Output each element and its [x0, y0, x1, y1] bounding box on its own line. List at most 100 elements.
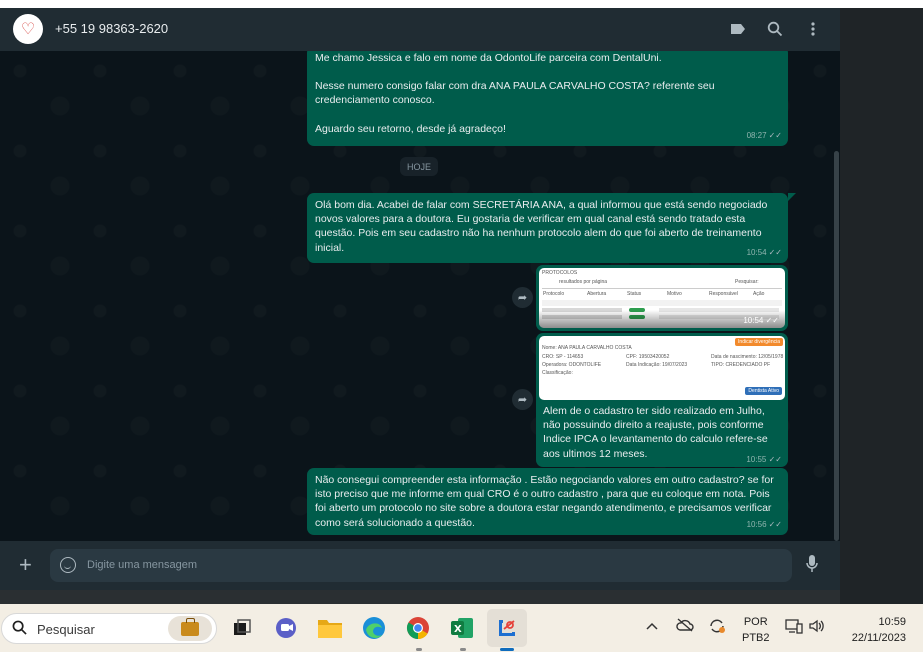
teams-chat-icon[interactable] [272, 614, 300, 642]
excel-icon[interactable]: X [448, 614, 476, 642]
volume-icon[interactable] [808, 618, 826, 637]
windows-taskbar: Pesquisar X POR PTB2 10:59 22/11/2023 [0, 604, 923, 652]
image-message[interactable]: Indicar divergência Nome: ANA PAULA CARV… [536, 333, 788, 467]
image-table-header: Abertura [587, 291, 607, 297]
image-profile-cpf: CPF: 19503420052 [626, 354, 670, 360]
double-check-icon: ✓✓ [768, 247, 782, 257]
message-text: isto preciso que me informe em qual CRO … [315, 488, 770, 501]
double-check-icon: ✓✓ [768, 130, 782, 140]
message-input-placeholder: Digite uma mensagem [87, 559, 198, 571]
image-table-search: Pesquisar: [735, 279, 759, 285]
message-meta: 10:55 ✓✓ [746, 455, 782, 464]
svg-text:X: X [454, 624, 462, 635]
image-message[interactable]: PROTOCOLOS resultados por página Pesquis… [536, 265, 788, 331]
double-check-icon: ✓✓ [768, 455, 782, 464]
image-attachment-profile[interactable]: Indicar divergência Nome: ANA PAULA CARV… [539, 336, 785, 400]
cloud-offline-icon[interactable] [676, 618, 694, 635]
image-profile-name: Nome: ANA PAULA CARVALHO COSTA [542, 345, 632, 351]
sync-update-icon[interactable] [708, 618, 726, 637]
message-text: novos valores para a doutora. Eu gostari… [315, 213, 746, 226]
search-highlight-icon[interactable] [168, 616, 212, 641]
message-time: 10:55 [746, 455, 767, 464]
image-profile-indication: Data Indicação: 19/07/2023 [626, 362, 688, 368]
system-clock[interactable]: 10:59 22/11/2023 [838, 614, 906, 646]
clock-date: 22/11/2023 [851, 632, 906, 644]
window-top-strip [0, 0, 923, 8]
attach-plus-icon[interactable]: + [19, 554, 32, 576]
bubble-tail [788, 193, 796, 201]
emoji-icon[interactable] [60, 557, 76, 573]
network-icon[interactable] [785, 618, 803, 637]
chat-header: ♡ +55 19 98363-2620 [0, 8, 840, 51]
desktop-background [840, 8, 923, 604]
edge-browser-icon[interactable] [360, 614, 388, 642]
message-text: credenciamento conosco. [315, 94, 435, 107]
menu-icon[interactable] [803, 19, 823, 39]
image-profile-operator: Operadora: ODONTOLIFE [542, 362, 602, 368]
image-attachment-table[interactable]: PROTOCOLOS resultados por página Pesquis… [539, 268, 785, 328]
chat-scrollbar[interactable] [834, 151, 839, 541]
message-text: Não consegui compreender esta informação… [315, 474, 774, 486]
message-bubble-outgoing[interactable]: Não consegui compreender esta informação… [307, 468, 788, 535]
image-table-header: Motivo [667, 291, 682, 297]
snipping-tool-icon[interactable] [493, 614, 521, 642]
taskbar-search[interactable]: Pesquisar [1, 613, 217, 644]
image-table-row [542, 300, 782, 306]
search-icon[interactable] [765, 19, 785, 39]
contact-name[interactable]: +55 19 98363-2620 [55, 21, 168, 36]
message-text: como será solucionado a questão. [315, 516, 475, 529]
chrome-browser-icon[interactable] [404, 614, 432, 642]
taskbar-search-placeholder: Pesquisar [37, 622, 95, 637]
message-bubble-outgoing[interactable]: Me chamo Jessica e falo em nome da Odont… [307, 51, 788, 146]
image-profile-birth: Data de nascimento: 12/05/1978 [711, 354, 784, 360]
microphone-icon[interactable] [806, 555, 818, 576]
task-view-icon[interactable] [228, 614, 256, 642]
show-hidden-icons-chevron-icon[interactable] [646, 618, 658, 634]
message-meta: 10:54 ✓✓ [747, 246, 782, 260]
message-text: Me chamo Jessica e falo em nome da Odont… [315, 52, 662, 64]
message-time: 10:54 [743, 316, 764, 325]
message-text: Indice IPCA o levantamento do calculo re… [543, 433, 768, 446]
message-input[interactable]: Digite uma mensagem [50, 549, 792, 582]
message-text: Olá bom dia. Acabei de falar com SECRETÁ… [315, 199, 768, 211]
image-table-header: Responsável [709, 291, 738, 297]
message-bubble-outgoing[interactable]: Olá bom dia. Acabei de falar com SECRETÁ… [307, 193, 788, 263]
double-check-icon: ✓✓ [768, 519, 782, 529]
image-profile-classification: Classificação: [542, 370, 573, 376]
message-text: aos ultimos 12 meses. [543, 447, 648, 460]
image-table-header: Status [627, 291, 642, 297]
label-icon[interactable] [728, 19, 748, 39]
message-text: não possuindo direito a reajuste, pois c… [543, 419, 764, 432]
image-divergence-badge: Indicar divergência [735, 338, 783, 346]
message-text: questão. Pois em seu cadastro não ha nen… [315, 227, 762, 240]
double-check-icon: ✓✓ [765, 316, 779, 325]
message-composer: + Digite uma mensagem [0, 541, 840, 590]
message-time: 10:56 [746, 519, 767, 529]
day-divider: HOJE [400, 157, 438, 176]
clock-time: 10:59 [878, 616, 906, 628]
image-table-title: PROTOCOLOS [542, 270, 578, 276]
message-text: Alem de o cadastro ter sido realizado em… [543, 405, 765, 417]
keyboard-layout: PTB2 [742, 632, 770, 644]
image-table-subtitle: resultados por página [559, 279, 608, 285]
file-explorer-icon[interactable] [316, 614, 344, 642]
contact-avatar[interactable]: ♡ [13, 14, 43, 44]
message-time: 08:27 [746, 130, 767, 140]
taskbar-running-indicator [460, 648, 466, 651]
image-profile-cro: CRO: SP - 114653 [542, 354, 584, 360]
forward-icon[interactable]: ➦ [512, 389, 533, 410]
forward-icon[interactable]: ➦ [512, 287, 533, 308]
input-language-indicator[interactable]: POR PTB2 [742, 614, 770, 646]
message-text: inicial. [315, 241, 345, 254]
image-caption: Alem de o cadastro ter sido realizado em… [539, 400, 785, 461]
image-active-button: Dentista Ativo [745, 387, 782, 395]
message-time: 10:54 [746, 247, 767, 257]
language-code: POR [743, 616, 768, 628]
message-list[interactable]: Me chamo Jessica e falo em nome da Odont… [0, 51, 840, 541]
message-meta: 10:56 ✓✓ [747, 518, 782, 532]
image-table-divider [542, 288, 782, 289]
message-text: foi aberto um protocolo no site sobre a … [315, 502, 772, 515]
image-table-header: Protocolo [543, 291, 565, 297]
avatar-logo-icon: ♡ [20, 21, 36, 38]
image-profile-type: TIPO: CREDENCIADO PF [711, 362, 771, 368]
